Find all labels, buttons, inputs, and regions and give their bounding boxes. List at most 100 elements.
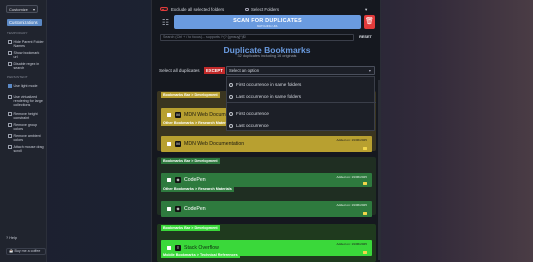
- scan-subtitle: MATCHING URL: [256, 23, 279, 28]
- menu-item-last[interactable]: Last occurrence: [229, 123, 269, 128]
- duplicate-group: Bookmarks Bar > Development ◈ CodePen Added…: [157, 157, 376, 217]
- buy-coffee-button[interactable]: ☕ Buy me a coffee: [6, 248, 46, 255]
- favicon-icon: M: [175, 141, 181, 147]
- sidebar: Customize ▾ Customizations TEMPORARY Hid…: [0, 0, 47, 262]
- bookmark-title[interactable]: Stack Overflow: [184, 245, 219, 251]
- checkbox[interactable]: [8, 123, 12, 127]
- favicon-icon: ≡: [175, 245, 181, 251]
- bookmark-title[interactable]: CodePen: [184, 206, 206, 212]
- radio-icon: [229, 111, 233, 116]
- menu-item-label: First occurrence in same folders: [236, 82, 302, 87]
- folder-icon[interactable]: [362, 251, 367, 255]
- main-panel: Exclude all selected folders Select Fold…: [151, 0, 381, 262]
- radio-icon: [229, 82, 233, 87]
- sidebar-option[interactable]: Show bookmark url: [8, 51, 44, 59]
- exclude-toggle[interactable]: [160, 7, 168, 11]
- help-label: Help: [9, 236, 17, 240]
- chevron-down-icon[interactable]: ▾: [365, 7, 367, 13]
- bookmark-checkbox[interactable]: [167, 246, 171, 250]
- bookmark-date: Added on: 19/06/2025: [336, 174, 367, 179]
- occurrence-select-value: Select an option: [229, 68, 260, 73]
- sidebar-option[interactable]: Disable regex in search: [8, 62, 44, 70]
- checkbox[interactable]: [8, 145, 12, 149]
- checkbox[interactable]: [8, 51, 12, 55]
- bookmark-checkbox[interactable]: [167, 142, 171, 146]
- folder-path: Mobile Bookmarks > Technical References: [161, 252, 240, 258]
- sidebar-option[interactable]: Remove ambient colors: [8, 134, 44, 142]
- bookmark-title[interactable]: MDN Web Documentation: [184, 141, 244, 147]
- bookmark-checkbox[interactable]: [167, 207, 171, 211]
- sidebar-option-label: Remove group colors: [13, 123, 38, 131]
- chevron-down-icon: ▾: [32, 6, 35, 12]
- menu-item-last-same[interactable]: Last occurrence in same folders: [229, 94, 301, 99]
- checkbox[interactable]: [8, 95, 12, 99]
- sidebar-option-label: Use virtualized rendering for large coll…: [13, 95, 43, 107]
- scrollbar[interactable]: [378, 80, 381, 260]
- menu-item-label: First occurrence: [236, 111, 269, 116]
- scan-button[interactable]: SCAN FOR DUPLICATES MATCHING URL: [174, 15, 361, 29]
- customize-dropdown[interactable]: Customize ▾: [6, 5, 38, 13]
- bookmark-date: Added on: 19/06/2025: [336, 137, 367, 142]
- except-badge: EXCEPT: [204, 67, 225, 74]
- checkbox[interactable]: [8, 62, 12, 66]
- folder-icon[interactable]: [362, 212, 367, 216]
- menu-item-label: Last occurrence: [236, 123, 269, 128]
- select-all-label: Select all duplicates: [159, 68, 200, 73]
- sidebar-option-label: Use light mode: [13, 84, 38, 88]
- exclude-label: Exclude all selected folders: [171, 6, 225, 12]
- folder-path: Bookmarks Bar > Development: [161, 92, 220, 98]
- persistent-heading: PERSISTENT: [7, 75, 28, 79]
- sidebar-option[interactable]: Use light mode: [8, 84, 44, 88]
- checkbox[interactable]: [8, 134, 12, 138]
- folder-path: Other Bookmarks > Research Materials: [161, 186, 234, 192]
- sidebar-option[interactable]: Remove height constraint: [8, 112, 44, 120]
- page-subtitle: 32 duplicates including 16 originals: [237, 54, 297, 58]
- menu-item-first[interactable]: First occurrence: [229, 111, 269, 116]
- folder-path: Bookmarks Bar > Development: [161, 158, 220, 164]
- bookmark-date: Added on: 19/06/2025: [336, 202, 367, 207]
- occurrence-select[interactable]: Select an option ▾: [226, 66, 375, 75]
- checkbox[interactable]: [8, 84, 12, 88]
- menu-item-label: Last occurrence in same folders: [236, 94, 302, 99]
- sidebar-option[interactable]: Use virtualized rendering for large coll…: [8, 95, 44, 107]
- reset-button[interactable]: RESET: [356, 34, 375, 41]
- chevron-down-icon: ▾: [368, 68, 371, 73]
- bookmark-date: Added on: 19/06/2025: [336, 241, 367, 246]
- sidebar-option-label: Remove ambient colors: [13, 134, 41, 142]
- sliders-icon[interactable]: ☷: [160, 16, 171, 29]
- favicon-icon: ◈: [175, 177, 181, 183]
- select-folders-label: Select Folders: [251, 6, 280, 12]
- folder-icon[interactable]: [362, 147, 367, 151]
- folder-path: Bookmarks Bar > Development: [161, 225, 220, 231]
- radio-icon: [229, 94, 233, 99]
- bookmark-checkbox[interactable]: [167, 178, 171, 182]
- menu-divider: [227, 102, 376, 103]
- bookmark-title[interactable]: CodePen: [184, 177, 206, 183]
- radio-icon: [229, 123, 233, 128]
- favicon-icon: M: [175, 112, 181, 118]
- customize-dropdown-label: Customize: [9, 6, 28, 12]
- sidebar-option-label: Remove height constraint: [13, 112, 38, 120]
- bookmark-card[interactable]: ◈ CodePen Added on: 19/06/2025: [161, 173, 372, 187]
- sidebar-option[interactable]: Remove group colors: [8, 123, 44, 131]
- select-folders-radio[interactable]: [245, 7, 249, 11]
- sidebar-option-label: Attach mouse drag scroll: [13, 145, 44, 153]
- sidebar-option[interactable]: Attach mouse drag scroll: [8, 145, 44, 153]
- temporary-heading: TEMPORARY: [7, 31, 28, 35]
- folder-icon[interactable]: [362, 182, 367, 186]
- sidebar-option[interactable]: Hide Parent Folder Names: [8, 40, 44, 48]
- sidebar-item-customizations[interactable]: Customizations: [7, 19, 42, 26]
- search-input[interactable]: Search (Ctrl + / to focus)... supports /…: [160, 34, 354, 41]
- folder-path: Other Bookmarks > Research Materials: [161, 120, 234, 126]
- trash-icon[interactable]: 🗑: [364, 15, 375, 29]
- help-link[interactable]: ? Help: [6, 236, 17, 240]
- favicon-icon: ◈: [175, 206, 181, 212]
- bookmark-checkbox[interactable]: [167, 113, 171, 117]
- bookmark-card[interactable]: MMDN Web Documentation Added on: 19/06/20…: [161, 136, 372, 152]
- coffee-icon: ☕: [9, 249, 14, 253]
- menu-item-first-same[interactable]: First occurrence in same folders: [229, 82, 301, 87]
- bookmark-card[interactable]: ◈ CodePen Added on: 19/06/2025: [161, 201, 372, 217]
- checkbox[interactable]: [8, 40, 12, 44]
- checkbox[interactable]: [8, 112, 12, 116]
- help-icon: ?: [6, 236, 9, 240]
